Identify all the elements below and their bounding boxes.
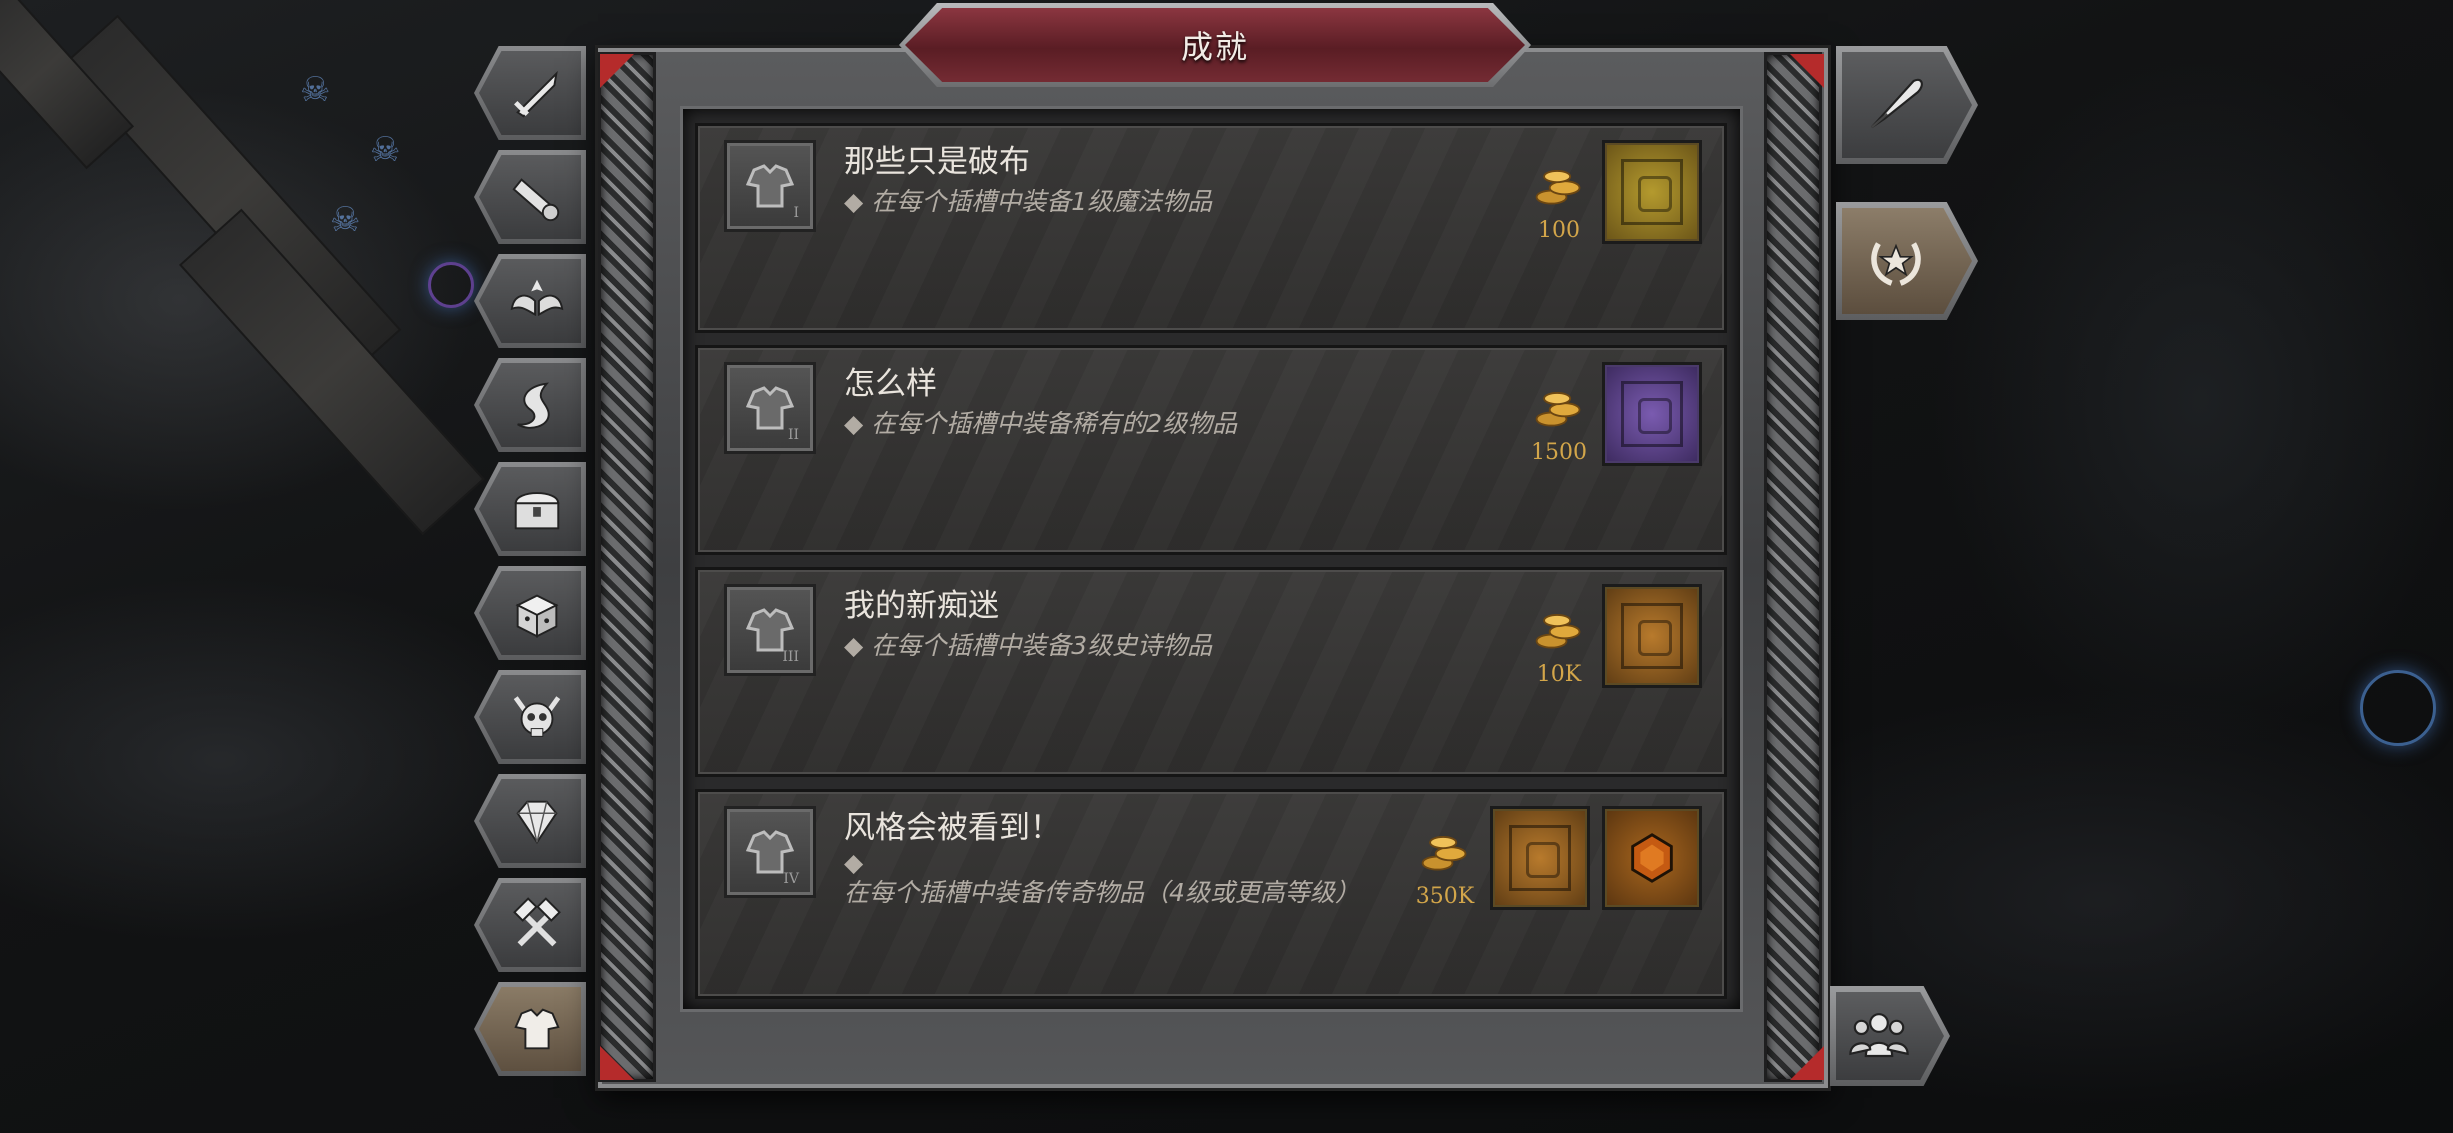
tier-label: II xyxy=(787,427,799,443)
description-text: 在每个插槽中装备传奇物品（4级或更高等级） xyxy=(844,878,1360,907)
achievement-tier-badge: IV xyxy=(724,806,816,898)
bullet: ◆ xyxy=(844,409,864,438)
tier-label: III xyxy=(782,649,799,665)
description-text: 在每个插槽中装备稀有的2级物品 xyxy=(871,409,1238,438)
achievement-title: 怎么样 xyxy=(844,366,937,402)
hammer-icon xyxy=(508,896,566,954)
frame-pillar-right xyxy=(1764,52,1822,1082)
skeleton-enemy: ☠ xyxy=(330,200,361,240)
achievement-card[interactable]: I 那些只是破布 ◆ 在每个插槽中装备1级魔法物品 100 xyxy=(695,123,1727,333)
tier-label: IV xyxy=(783,871,799,887)
armor-icon xyxy=(745,164,795,208)
achievement-card[interactable]: II 怎么样 ◆ 在每个插槽中装备稀有的2级物品 1500 xyxy=(695,345,1727,555)
achievement-title: 那些只是破布 xyxy=(844,144,1030,180)
bullet: ◆ xyxy=(844,631,864,660)
achievement-description: ◆ 在每个插槽中装备1级魔法物品 xyxy=(844,182,1212,218)
scroll-icon xyxy=(508,168,566,226)
gem-icon xyxy=(1631,833,1673,883)
portal-ring xyxy=(2360,670,2436,746)
armor-icon xyxy=(508,1000,566,1058)
gold-reward: 10K xyxy=(1524,600,1594,687)
achievement-card[interactable]: IV 风格会被看到！ ◆ 在每个插槽中装备传奇物品（4级或更高等级） 350K xyxy=(695,789,1727,999)
gold-coins-icon xyxy=(1421,836,1467,871)
cube-icon xyxy=(1509,825,1571,891)
horn-icon xyxy=(508,376,566,434)
reward-item-cube[interactable] xyxy=(1602,140,1702,244)
gold-coins-icon xyxy=(1535,614,1581,649)
group-icon xyxy=(1846,1001,1912,1071)
tier-label: I xyxy=(793,205,799,221)
title-banner: 成就 xyxy=(905,8,1525,82)
gold-amount: 350K xyxy=(1415,884,1475,909)
gold-amount: 10K xyxy=(1536,662,1582,687)
skull-icon xyxy=(508,688,566,746)
sword-icon xyxy=(508,64,566,122)
corner-ornament xyxy=(1790,54,1824,88)
skeleton-enemy: ☠ xyxy=(370,130,401,170)
achievement-description: ◆ 在每个插槽中装备稀有的2级物品 xyxy=(844,404,1237,440)
gold-amount: 100 xyxy=(1538,218,1580,243)
achievement-list[interactable]: I 那些只是破布 ◆ 在每个插槽中装备1级魔法物品 100 II 怎么样 ◆ 在… xyxy=(680,106,1743,1012)
reward-item-gem[interactable] xyxy=(1602,806,1702,910)
laurel-star-icon xyxy=(1863,226,1929,296)
cube-icon xyxy=(1621,381,1683,447)
diamond-icon xyxy=(508,792,566,850)
bullet: ◆ xyxy=(844,187,864,216)
panel-title: 成就 xyxy=(1180,28,1249,66)
corner-ornament xyxy=(600,54,634,88)
wings-icon xyxy=(508,272,566,330)
reward-item-cube[interactable] xyxy=(1602,362,1702,466)
cube-icon xyxy=(1621,159,1683,225)
bullet: ◆ xyxy=(844,848,864,877)
magic-ring xyxy=(428,262,474,308)
dice-icon xyxy=(508,584,566,642)
chest-icon xyxy=(508,480,566,538)
achievement-title: 我的新痴迷 xyxy=(844,588,999,624)
quill-icon xyxy=(1863,70,1929,140)
gold-reward: 100 xyxy=(1524,156,1594,243)
achievement-tier-badge: II xyxy=(724,362,816,454)
frame-pillar-left xyxy=(598,52,656,1082)
gold-amount: 1500 xyxy=(1531,440,1587,465)
reward-item-cube[interactable] xyxy=(1490,806,1590,910)
gold-coins-icon xyxy=(1535,170,1581,205)
achievement-description: ◆ 在每个插槽中装备3级史诗物品 xyxy=(844,626,1212,662)
cube-icon xyxy=(1621,603,1683,669)
gold-reward: 1500 xyxy=(1524,378,1594,465)
achievement-description: ◆ 在每个插槽中装备传奇物品（4级或更高等级） xyxy=(844,848,1374,908)
description-text: 在每个插槽中装备1级魔法物品 xyxy=(871,187,1213,216)
corner-ornament xyxy=(600,1046,634,1080)
achievement-tier-badge: I xyxy=(724,140,816,232)
corner-ornament xyxy=(1790,1046,1824,1080)
reward-item-cube[interactable] xyxy=(1602,584,1702,688)
description-text: 在每个插槽中装备3级史诗物品 xyxy=(871,631,1213,660)
achievement-tier-badge: III xyxy=(724,584,816,676)
skeleton-enemy: ☠ xyxy=(300,70,331,110)
achievement-title: 风格会被看到！ xyxy=(844,810,1061,846)
gold-coins-icon xyxy=(1535,392,1581,427)
gold-reward: 350K xyxy=(1410,822,1480,909)
achievement-card[interactable]: III 我的新痴迷 ◆ 在每个插槽中装备3级史诗物品 10K xyxy=(695,567,1727,777)
